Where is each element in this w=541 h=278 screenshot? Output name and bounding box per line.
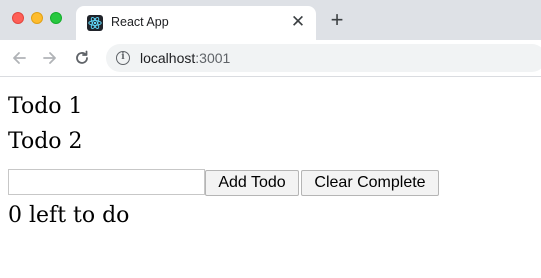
browser-toolbar: i localhost:3001: [0, 40, 541, 77]
clear-complete-button[interactable]: Clear Complete: [301, 170, 439, 196]
forward-arrow-icon[interactable]: [40, 48, 60, 68]
close-icon[interactable]: ✕: [289, 13, 307, 31]
back-arrow-icon[interactable]: [9, 48, 29, 68]
react-logo-icon: [87, 15, 103, 31]
todo-item[interactable]: Todo 2: [8, 129, 83, 155]
info-icon[interactable]: i: [116, 51, 130, 65]
remaining-count: 0 left to do: [8, 203, 130, 228]
browser-chrome: React App ✕ + i localhost:3001: [0, 0, 541, 77]
new-todo-input[interactable]: [8, 169, 205, 195]
url-host: localhost: [140, 50, 196, 66]
maximize-window-button[interactable]: [50, 12, 62, 24]
tab-react-app[interactable]: React App ✕: [76, 6, 316, 40]
minimize-window-button[interactable]: [31, 12, 43, 24]
todo-item[interactable]: Todo 1: [8, 94, 83, 120]
address-bar[interactable]: i localhost:3001: [106, 44, 541, 72]
reload-icon[interactable]: [72, 48, 92, 68]
url-port: :3001: [195, 50, 231, 66]
tab-strip: React App ✕ +: [0, 0, 541, 40]
close-window-button[interactable]: [12, 12, 24, 24]
new-tab-button[interactable]: +: [327, 9, 347, 31]
tab-title: React App: [111, 15, 169, 29]
url-text: localhost:3001: [140, 50, 230, 66]
add-todo-button[interactable]: Add Todo: [205, 170, 299, 196]
page-content: Todo 1 Todo 2 Add Todo Clear Complete 0 …: [0, 77, 541, 278]
